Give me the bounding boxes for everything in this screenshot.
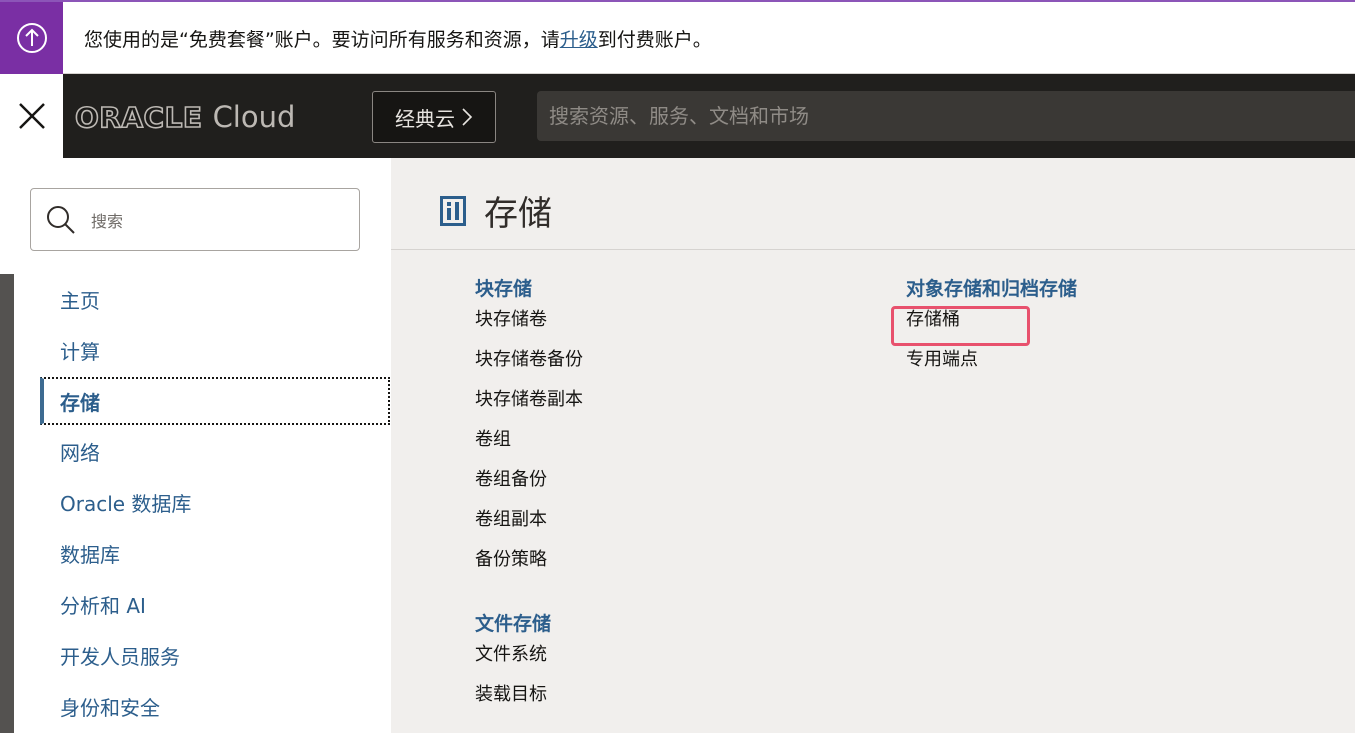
link-mount-targets[interactable]: 装载目标	[475, 679, 551, 719]
logo-product: Cloud	[212, 100, 296, 134]
classic-cloud-button[interactable]: 经典云	[372, 91, 496, 143]
link-backup-policies[interactable]: 备份策略	[475, 544, 583, 584]
oracle-cloud-logo[interactable]: ORACLE Cloud	[74, 100, 296, 135]
object-storage-heading: 对象存储和归档存储	[906, 278, 1078, 300]
file-storage-section: 文件存储 文件系统 装载目标	[475, 609, 551, 719]
upgrade-link[interactable]: 升级	[560, 25, 598, 52]
file-storage-heading: 文件存储	[475, 613, 552, 635]
chevron-right-icon	[462, 108, 473, 126]
link-volume-groups[interactable]: 卷组	[475, 424, 583, 464]
banner-text-before: 您使用的是“免费套餐”账户。要访问所有服务和资源，请	[84, 28, 560, 51]
page-title: 存储	[484, 194, 552, 234]
link-private-endpoints[interactable]: 专用端点	[906, 344, 1077, 384]
global-search-input[interactable]	[537, 91, 1355, 141]
block-storage-section: 块存储 块存储卷 块存储卷备份 块存储卷副本 卷组 卷组备份 卷组副本 备份策略	[475, 274, 583, 584]
classic-cloud-label: 经典云	[395, 106, 455, 131]
free-tier-banner: 您使用的是“免费套餐”账户。要访问所有服务和资源，请 升级 到付费账户。	[0, 0, 1355, 74]
close-menu-button[interactable]	[0, 74, 63, 158]
link-block-volume-backups[interactable]: 块存储卷备份	[475, 344, 583, 384]
menu-search-input[interactable]: 搜索	[30, 188, 360, 251]
banner-text-after: 到付费账户。	[597, 28, 712, 51]
link-block-volumes[interactable]: 块存储卷	[475, 304, 583, 344]
menu-search-placeholder: 搜索	[91, 211, 124, 231]
logo-brand: ORACLE	[74, 100, 203, 135]
nav-item-identity-security[interactable]: 身份和安全	[40, 682, 390, 730]
main-header: 存储	[391, 158, 1355, 250]
nav-item-developer-services[interactable]: 开发人员服务	[40, 631, 390, 679]
nav-item-databases[interactable]: 数据库	[40, 529, 390, 577]
banner-message: 您使用的是“免费套餐”账户。要访问所有服务和资源，请 升级 到付费账户。	[84, 2, 712, 74]
search-icon	[47, 205, 75, 234]
nav-item-oracle-database[interactable]: Oracle 数据库	[40, 478, 390, 526]
navigation-sidebar: 搜索 主页 计算 存储 网络 Oracle 数据库 数据库 分析和 AI 开发人…	[0, 158, 391, 733]
close-icon	[18, 103, 45, 129]
nav-item-home[interactable]: 主页	[40, 275, 390, 323]
nav-item-networking[interactable]: 网络	[40, 427, 390, 475]
storage-icon	[440, 196, 466, 226]
nav-item-compute[interactable]: 计算	[40, 326, 390, 374]
link-block-volume-replicas[interactable]: 块存储卷副本	[475, 384, 583, 424]
upgrade-arrow-icon	[16, 23, 47, 53]
top-header: ORACLE Cloud 经典云	[0, 74, 1355, 158]
block-storage-heading: 块存储	[475, 278, 533, 300]
banner-icon-box	[0, 2, 63, 74]
link-file-systems[interactable]: 文件系统	[475, 639, 551, 679]
header-bar: ORACLE Cloud 经典云	[63, 74, 1355, 158]
link-volume-group-backups[interactable]: 卷组备份	[475, 464, 583, 504]
nav-item-analytics-ai[interactable]: 分析和 AI	[40, 580, 390, 628]
sidebar-scroll-edge	[0, 274, 14, 733]
nav-item-storage[interactable]: 存储	[40, 377, 390, 425]
buckets-highlight-box	[891, 306, 1030, 346]
link-volume-group-replicas[interactable]: 卷组副本	[475, 504, 583, 544]
